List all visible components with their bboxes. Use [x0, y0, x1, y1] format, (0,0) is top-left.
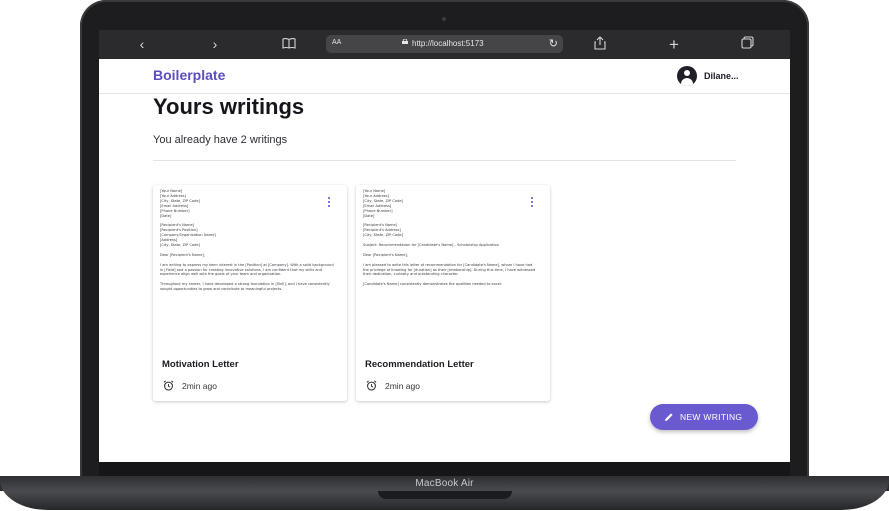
user-name[interactable]: Dilane... [704, 71, 739, 81]
writing-card[interactable]: [Your Name] [Your Address] [City, State,… [356, 185, 550, 401]
preview-text: [Your Name] [Your Address] [City, State,… [160, 189, 334, 292]
writings-count: You already have 2 writings [153, 134, 288, 146]
back-icon[interactable]: ‹ [133, 36, 151, 53]
divider [153, 160, 736, 161]
address-bar[interactable]: AA http://localhost:5173 ↻ [326, 35, 563, 53]
reader-options-button[interactable]: AA [332, 39, 341, 46]
camera-icon [442, 17, 446, 21]
tabs-overview-icon[interactable] [738, 36, 756, 53]
page-title: Yours writings [153, 94, 305, 119]
time-text: 2min ago [182, 381, 217, 391]
more-options-icon[interactable] [327, 197, 331, 209]
new-tab-icon[interactable]: + [665, 36, 683, 53]
new-writing-label: NEW WRITING [680, 412, 743, 422]
bookmarks-icon[interactable] [280, 36, 298, 53]
document-preview[interactable]: [Your Name] [Your Address] [City, State,… [153, 185, 347, 345]
more-options-icon[interactable] [530, 197, 534, 209]
writing-title[interactable]: Motivation Letter [162, 359, 239, 370]
preview-text: [Your Name] [Your Address] [City, State,… [363, 189, 536, 287]
app-header: Boilerplate Dilane... [99, 59, 790, 94]
new-writing-button[interactable]: NEW WRITING [650, 404, 758, 430]
pencil-icon [665, 413, 673, 421]
url-text: http://localhost:5173 [412, 39, 484, 48]
alarm-clock-icon [163, 380, 174, 391]
screen: ‹ › AA http://localhost:5173 ↻ + Boilerp… [99, 30, 790, 462]
reload-icon[interactable]: ↻ [549, 37, 558, 50]
alarm-clock-icon [366, 380, 377, 391]
writing-card[interactable]: [Your Name] [Your Address] [City, State,… [153, 185, 347, 401]
forward-icon[interactable]: › [206, 36, 224, 53]
browser-toolbar: ‹ › AA http://localhost:5173 ↻ + [99, 30, 790, 59]
brand-logo[interactable]: Boilerplate [153, 67, 225, 83]
laptop-notch [378, 491, 512, 499]
lock-icon [402, 39, 408, 44]
time-text: 2min ago [385, 381, 420, 391]
writing-title[interactable]: Recommendation Letter [365, 359, 474, 370]
document-preview[interactable]: [Your Name] [Your Address] [City, State,… [356, 185, 550, 345]
model-label: MacBook Air [415, 478, 474, 489]
laptop-chin [99, 462, 790, 476]
share-icon[interactable] [591, 36, 609, 53]
avatar[interactable] [677, 66, 697, 86]
